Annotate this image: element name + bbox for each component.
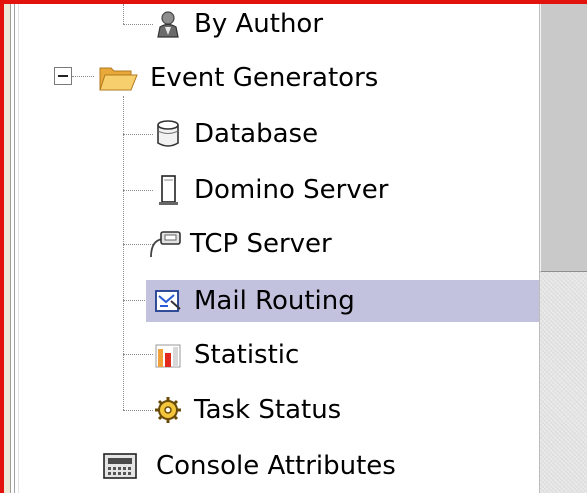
red-highlight-border [0,0,587,493]
